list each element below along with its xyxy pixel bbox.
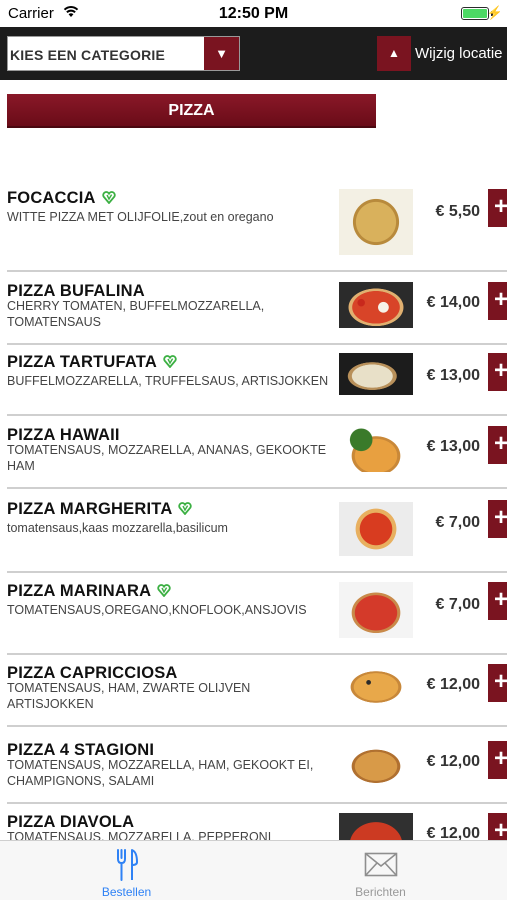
menu-item-name: PIZZA MARGHERITA [7,500,193,519]
menu-item-photo [339,502,413,556]
menu-item-photo [339,813,413,840]
menu-item-description: TOMATENSAUS, HAM, ZWARTE OLIJVEN ARTISJO… [7,681,251,711]
add-to-order-button[interactable]: + [488,741,507,779]
add-to-order-button[interactable]: + [488,282,507,320]
menu-item-description: TOMATENSAUS, MOZZARELLA, ANANAS, GEKOOKT… [7,443,327,473]
app-screen: FOCACCIA WITTE PIZZA MET OLIJFOLIE,zout e… [0,0,507,900]
toolbar: KIES EEN CATEGORIE ▼ ▲ Wijzig locatie [0,27,507,80]
menu-item-photo [339,582,413,638]
tab-berichten[interactable]: Berichten [254,841,507,900]
menu-item[interactable]: PIZZA MARINARA TOMATENSAUS,OREGANO,KNOFLO… [0,580,507,655]
change-location-button[interactable]: ▲ Wijzig locatie [377,36,507,71]
menu-item-photo [339,741,413,787]
category-dropdown-label: KIES EEN CATEGORIE [10,47,166,63]
fork-knife-icon [116,849,138,881]
menu-item-description: tomatensaus,kaas mozzarella,basilicum [7,521,228,535]
menu-item-photo [339,426,413,472]
menu-item-description: WITTE PIZZA MET OLIJFOLIE,zout en oregan… [7,210,274,224]
vegetarian-heart-icon [178,501,193,515]
divider [7,343,507,345]
category-dropdown[interactable]: KIES EEN CATEGORIE ▼ [7,36,240,71]
menu-item[interactable]: PIZZA DIAVOLA TOMATENSAUS, MOZZARELLA, PE… [0,813,507,840]
menu-item-photo [339,189,413,255]
charging-icon: ⚡ [486,5,503,20]
add-to-order-button[interactable]: + [488,664,507,702]
menu-item-description: TOMATENSAUS, MOZZARELLA, HAM, GEKOOKT EI… [7,758,314,788]
status-bar: Carrier 12:50 PM ⚡ [0,0,507,27]
menu-item[interactable]: PIZZA CAPRICCIOSA TOMATENSAUS, HAM, ZWART… [0,662,507,727]
menu-item[interactable]: FOCACCIA WITTE PIZZA MET OLIJFOLIE,zout e… [0,187,507,272]
add-to-order-button[interactable]: + [488,353,507,391]
menu-item[interactable]: PIZZA 4 STAGIONI TOMATENSAUS, MOZZARELLA,… [0,739,507,804]
divider [7,653,507,655]
tab-berichten-label: Berichten [355,885,406,899]
vegetarian-heart-icon [102,190,116,204]
menu-item[interactable]: PIZZA TARTUFATA BUFFELMOZZARELLA, TRUFFEL… [0,351,507,416]
envelope-icon [364,852,397,877]
menu-item-name-text: PIZZA TARTUFATA [7,353,157,371]
chevron-up-icon[interactable]: ▲ [377,36,411,71]
menu-item-photo [339,664,413,710]
category-banner: PIZZA [7,94,376,128]
menu-item-price: € 7,00 [435,596,480,613]
menu-item-photo [339,353,413,395]
menu-item-description: TOMATENSAUS,OREGANO,KNOFLOOK,ANSJOVIS [7,603,307,617]
menu-item-name-text: FOCACCIA [7,189,96,207]
chevron-down-icon[interactable]: ▼ [204,37,239,70]
menu-item-description: CHERRY TOMATEN, BUFFELMOZZARELLA, TOMATE… [7,299,265,329]
vegetarian-heart-icon [163,354,177,368]
vegetarian-heart-icon [157,583,171,597]
add-to-order-button[interactable]: + [488,813,507,840]
menu-item-name-text: PIZZA MARINARA [7,582,152,600]
menu-item-price: € 14,00 [426,294,480,311]
menu-item-name: FOCACCIA [7,189,116,208]
divider [7,802,507,804]
tab-bestellen[interactable]: Bestellen [0,841,253,900]
add-to-order-button[interactable]: + [488,500,507,538]
menu-item-name-text: PIZZA MARGHERITA [7,500,173,518]
tab-bestellen-label: Bestellen [101,885,152,899]
add-to-order-button[interactable]: + [488,189,507,227]
battery-level [463,9,487,18]
divider [7,414,507,416]
divider [7,571,507,573]
tab-bar: Bestellen Berichten [0,840,507,900]
menu-item-photo [339,282,413,328]
menu-item[interactable]: PIZZA HAWAII TOMATENSAUS, MOZZARELLA, ANA… [0,424,507,489]
add-to-order-button[interactable]: + [488,426,507,464]
menu-item-name: PIZZA MARINARA [7,582,171,601]
change-location-label[interactable]: Wijzig locatie [415,45,503,62]
divider [7,725,507,727]
add-to-order-button[interactable]: + [488,582,507,620]
menu-item[interactable]: PIZZA BUFALINA CHERRY TOMATEN, BUFFELMOZZ… [0,280,507,345]
menu-item-description: BUFFELMOZZARELLA, TRUFFELSAUS, ARTISJOKK… [7,374,329,388]
menu-item[interactable]: PIZZA MARGHERITA tomatensaus,kaas mozzare… [0,498,507,573]
divider [7,270,507,272]
menu-item-name: PIZZA TARTUFATA [7,353,177,372]
divider [7,487,507,489]
battery-icon [461,7,489,20]
menu-item-price: € 13,00 [426,438,480,455]
clock: 12:50 PM [218,5,289,22]
menu-item-price: € 13,00 [426,367,480,384]
menu-item-price: € 12,00 [426,825,480,840]
menu-item-price: € 12,00 [426,676,480,693]
menu-item-price: € 5,50 [435,203,480,220]
menu-item-price: € 12,00 [426,753,480,770]
menu-item-description: TOMATENSAUS, MOZZARELLA, PEPPERONI [7,830,272,840]
menu-item-price: € 7,00 [435,514,480,531]
